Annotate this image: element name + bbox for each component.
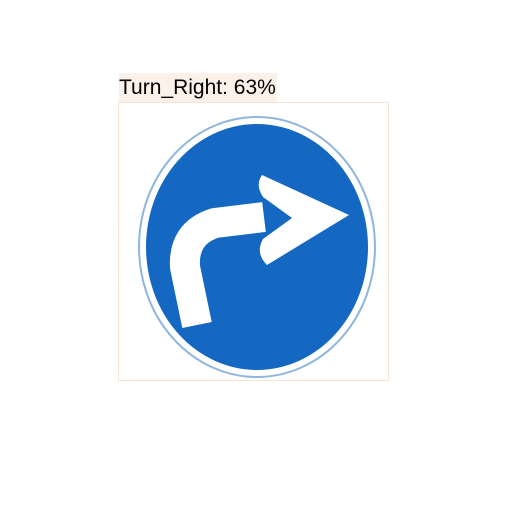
- turn-right-sign: [138, 116, 376, 378]
- detection-viewer: Turn_Right: 63%: [0, 0, 512, 512]
- detection-label: Turn_Right: 63%: [119, 73, 277, 102]
